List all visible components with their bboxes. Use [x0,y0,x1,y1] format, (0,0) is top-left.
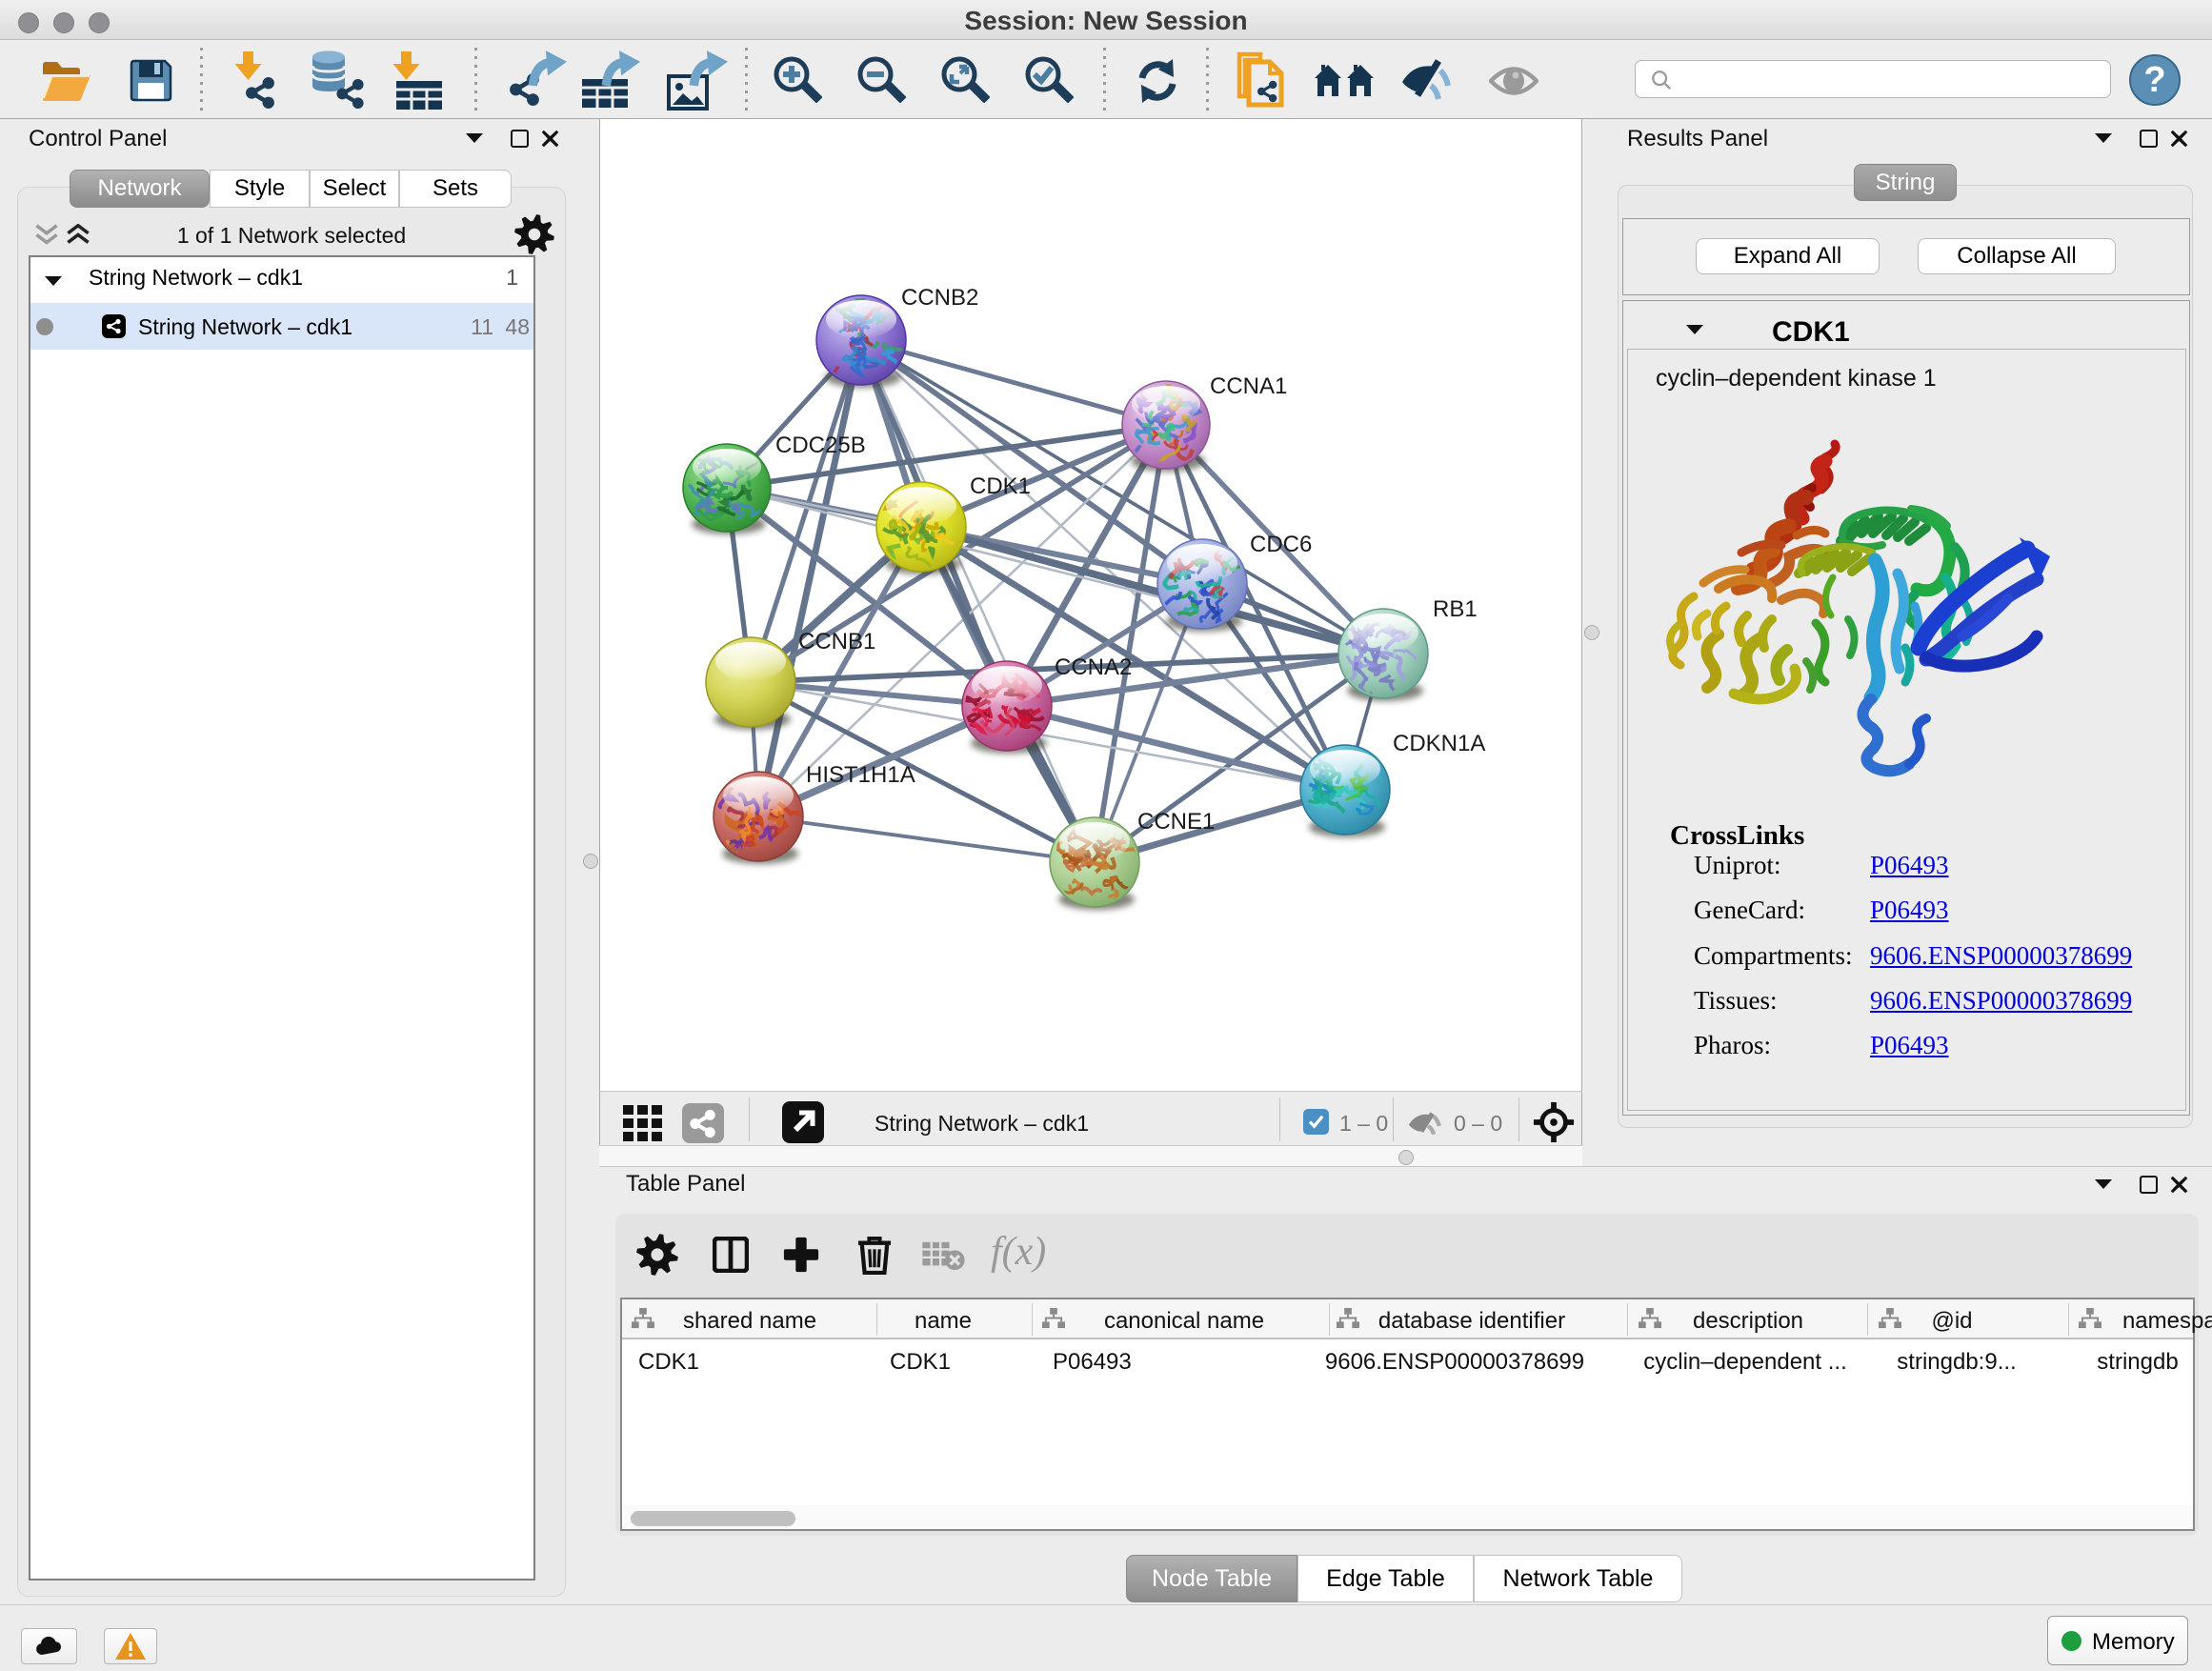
svg-text:CCNA2: CCNA2 [1055,654,1132,680]
svg-text:RB1: RB1 [1433,596,1478,622]
svg-text:CDKN1A: CDKN1A [1393,731,1485,756]
svg-text:CCNB1: CCNB1 [798,629,875,654]
svg-text:CDK1: CDK1 [970,473,1031,499]
svg-text:CDC6: CDC6 [1250,532,1312,557]
svg-text:CCNE1: CCNE1 [1137,809,1215,835]
svg-text:CCNA1: CCNA1 [1210,373,1287,399]
svg-text:HIST1H1A: HIST1H1A [806,762,915,788]
svg-text:CDC25B: CDC25B [775,433,866,458]
svg-text:CCNB2: CCNB2 [901,285,978,311]
